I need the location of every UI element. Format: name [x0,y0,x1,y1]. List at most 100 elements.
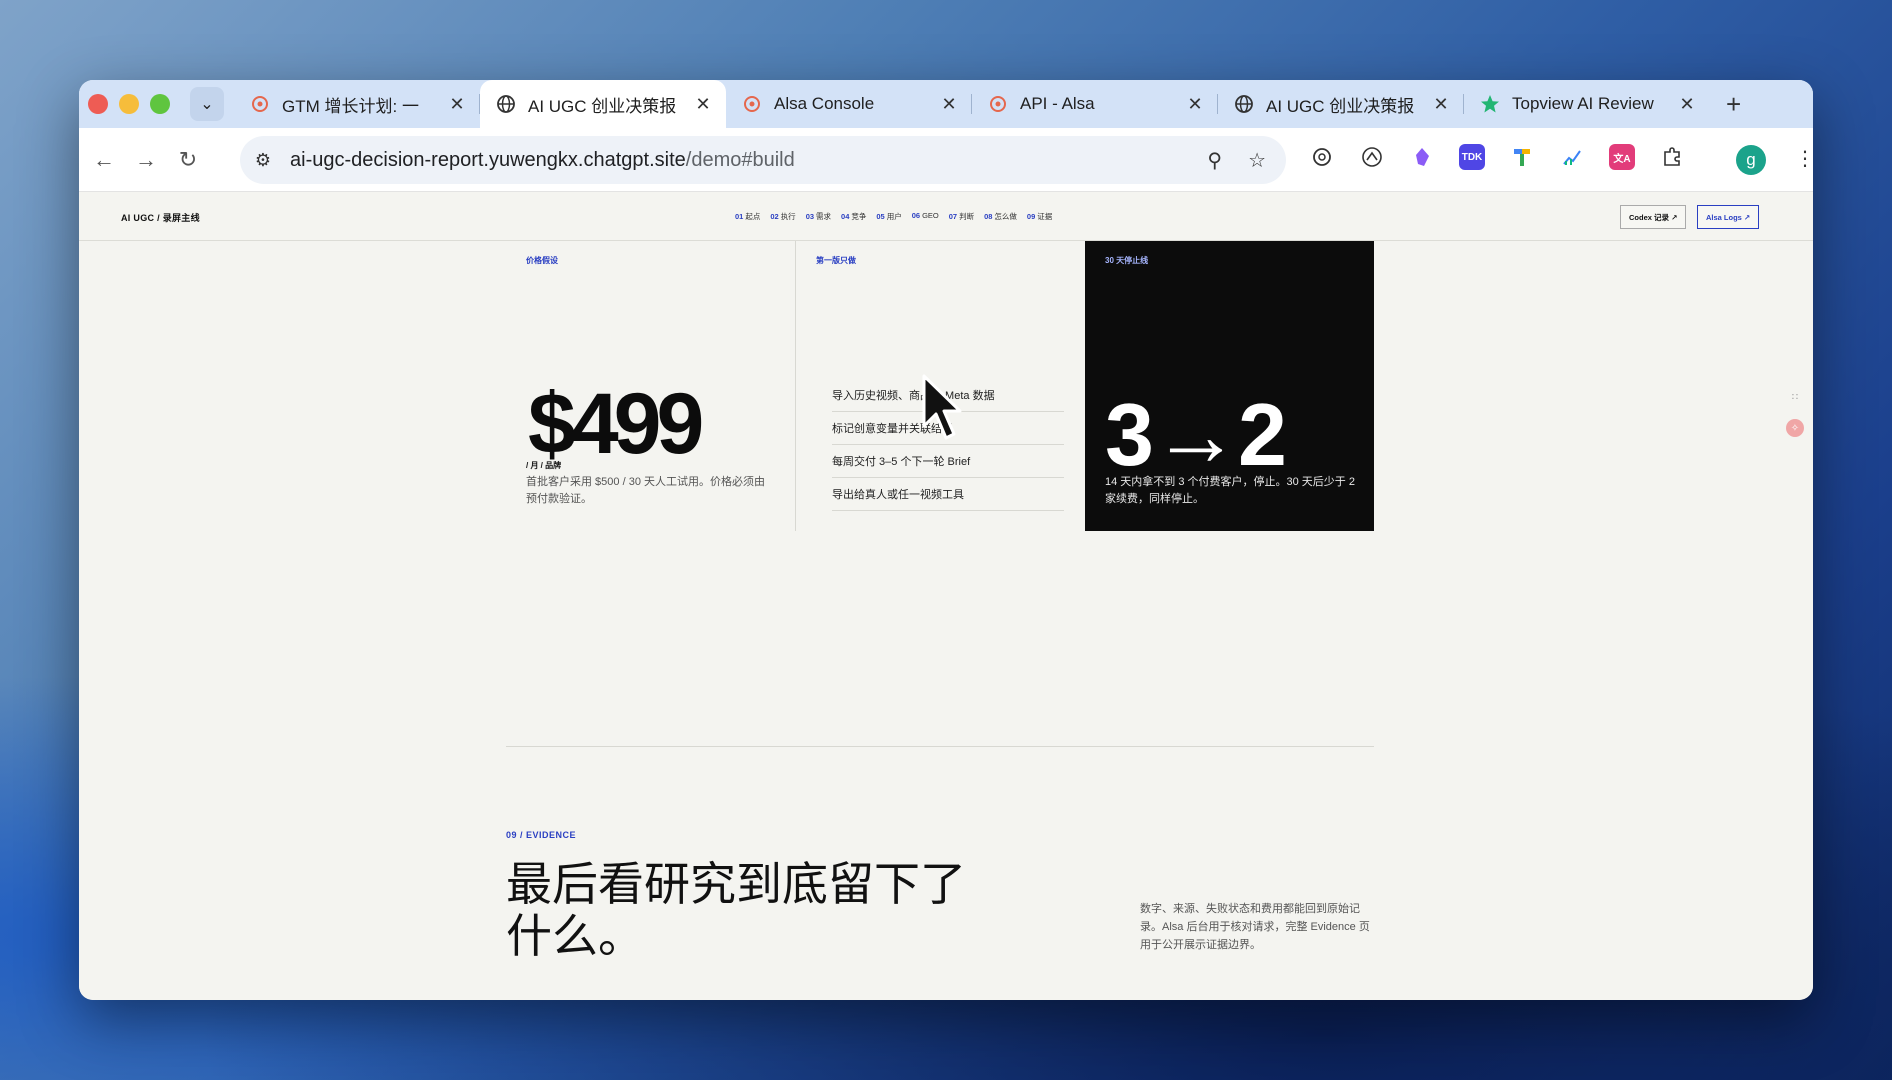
nav-item-02[interactable]: 02 执行 [770,211,795,222]
nav-label: GEO [922,211,939,220]
pricing-note: 首批客户采用 $500 / 30 天人工试用。价格必须由预付款验证。 [526,476,765,505]
nav-label: 执行 [780,212,796,221]
first-version-tag: 第一版只做 [816,256,856,265]
nav-num: 06 [911,211,921,220]
nav-num: 08 [984,212,993,221]
openai-icon [250,94,270,114]
nav-item-09[interactable]: 09 证据 [1027,211,1052,222]
circle-extension-icon[interactable] [1359,144,1385,170]
stop-line-card: 30 天停止线 3→2 14 天内拿不到 3 个付费客户，停止。30 天后少于 … [1085,241,1374,531]
extensions-bar: TDK 文A [1309,144,1685,170]
nav-item-05[interactable]: 05 用户 [876,211,901,222]
translate-extension-icon[interactable]: 文A [1609,144,1635,170]
maximize-window-button[interactable] [150,94,170,114]
web-page: AI UGC / 录屏主线 01 起点 02 执行 03 需求 04 竞争 05 用户 0… [79,193,1813,1000]
new-tab-button[interactable]: + [1726,89,1741,120]
url-path: /demo#build [685,148,795,171]
openai-extension-icon[interactable] [1309,144,1335,170]
site-nav: 01 起点 02 执行 03 需求 04 竞争 05 用户 06 GEO 07 判断 08 怎么… [735,211,1052,222]
evidence-section-desc: 数字、来源、失败状态和费用都能回到原始记录。Alsa 后台用于核对请求，完整 E… [1140,903,1370,951]
nav-label: 竞争 [851,212,867,221]
nav-label: 需求 [816,212,832,221]
nav-item-01[interactable]: 01 起点 [735,211,760,222]
nav-item-03[interactable]: 03 需求 [806,211,831,222]
url-host: ai-ugc-decision-report.yuwengkx.chatgpt.… [290,148,686,171]
chevron-down-icon: ⌄ [200,96,214,113]
close-icon[interactable]: ✕ [1678,94,1696,115]
section-divider [506,746,1374,747]
nav-num: 05 [876,212,885,221]
nav-item-06[interactable]: 06 GEO [912,211,939,222]
back-button[interactable]: ← [87,147,121,173]
nav-num: 04 [841,212,850,221]
stop-line-tag: 30 天停止线 [1105,256,1149,265]
close-icon[interactable]: ✕ [940,94,958,115]
stop-line-big-number: 3→2 [1105,385,1287,484]
openai-icon [988,94,1008,114]
url-text: ai-ugc-decision-report.yuwengkx.chatgpt.… [290,149,795,172]
nav-label: 判断 [959,212,975,221]
evidence-section-title: 最后看研究到底留下了什么。 [506,858,966,962]
tab-alsa-console[interactable]: Alsa Console ✕ [726,80,972,128]
forward-button[interactable]: → [129,147,163,173]
bookmark-star-icon[interactable]: ☆ [1248,148,1266,173]
zoom-icon[interactable]: ⚲ [1207,148,1222,173]
tab-title: Topview AI Review [1512,94,1654,113]
nav-label: 证据 [1037,212,1053,221]
address-bar[interactable]: ⚙ ai-ugc-decision-report.yuwengkx.chatgp… [240,136,1286,184]
nav-item-08[interactable]: 08 怎么做 [984,211,1017,222]
reload-button[interactable]: ↻ [171,147,205,173]
puzzle-extension-icon[interactable] [1659,144,1685,170]
browser-toolbar: ← → ↻ ⚙ ai-ugc-decision-report.yuwengkx.… [79,128,1813,192]
price-unit: / 月 / 品牌 [526,461,562,470]
tab-title: Alsa Console [774,94,875,113]
tab-api-alsa[interactable]: API - Alsa ✕ [972,80,1218,128]
crystal-extension-icon[interactable] [1409,144,1435,170]
site-brand[interactable]: AI UGC / 录屏主线 [121,211,200,224]
nav-num: 07 [948,212,958,221]
tdk-extension-icon[interactable]: TDK [1459,144,1485,170]
close-icon[interactable]: ✕ [694,94,712,115]
tab-gtm[interactable]: GTM 增长计划: 一 ✕ [234,80,480,128]
tab-title: GTM 增长计划: 一 [282,96,419,116]
star-icon [1480,94,1500,114]
side-translate-icon[interactable]: ✧ [1786,419,1804,437]
close-icon[interactable]: ✕ [448,94,466,115]
chart-extension-icon[interactable] [1559,144,1585,170]
globe-icon [496,94,516,114]
openai-icon [742,94,762,114]
t-extension-icon[interactable] [1509,144,1535,170]
nav-num: 02 [770,212,779,221]
pricing-tag: 价格假设 [526,256,558,265]
close-window-button[interactable] [88,94,108,114]
price-value: $499 [528,376,704,472]
tab-title: AI UGC 创业决策报 [528,96,677,116]
site-header: AI UGC / 录屏主线 01 起点 02 执行 03 需求 04 竞争 05 用户 0… [79,193,1813,241]
browser-menu-icon[interactable]: ⋮ [1795,146,1813,171]
tab-ai-ugc-2[interactable]: AI UGC 创业决策报 ✕ [1218,80,1464,128]
stop-line-note: 14 天内拿不到 3 个付费客户，停止。30 天后少于 2 家续费，同样停止。 [1105,476,1355,505]
minimize-window-button[interactable] [119,94,139,114]
codex-log-button[interactable]: Codex 记录 ↗ [1620,205,1687,229]
nav-label: 用户 [886,212,902,221]
nav-label: 起点 [745,212,761,221]
pricing-card: 价格假设 $499 / 月 / 品牌 首批客户采用 $500 / 30 天人工试… [506,241,796,531]
tab-topview[interactable]: Topview AI Review ✕ [1464,80,1710,128]
alsa-logs-button[interactable]: Alsa Logs ↗ [1697,205,1760,229]
tab-search-button[interactable]: ⌄ [190,87,224,121]
nav-num: 03 [805,212,815,221]
mouse-cursor-icon [922,374,962,440]
tab-strip: ⌄ GTM 增长计划: 一 ✕ AI UGC 创业决策报 ✕ Alsa Cons… [79,80,1813,128]
nav-num: 09 [1026,212,1036,221]
nav-item-04[interactable]: 04 竞争 [841,211,866,222]
list-item: 导出给真人或任一视频工具 [832,478,1064,511]
close-icon[interactable]: ✕ [1186,94,1204,115]
site-settings-icon[interactable]: ⚙ [248,150,278,171]
tab-ai-ugc-active[interactable]: AI UGC 创业决策报 ✕ [480,80,726,128]
profile-avatar[interactable]: g [1736,145,1766,175]
close-icon[interactable]: ✕ [1432,94,1450,115]
tab-title: API - Alsa [1020,94,1095,113]
nav-item-07[interactable]: 07 判断 [949,211,974,222]
side-grid-icon[interactable]: ∷ [1786,388,1804,406]
evidence-section-label: 09 / EVIDENCE [506,830,577,840]
